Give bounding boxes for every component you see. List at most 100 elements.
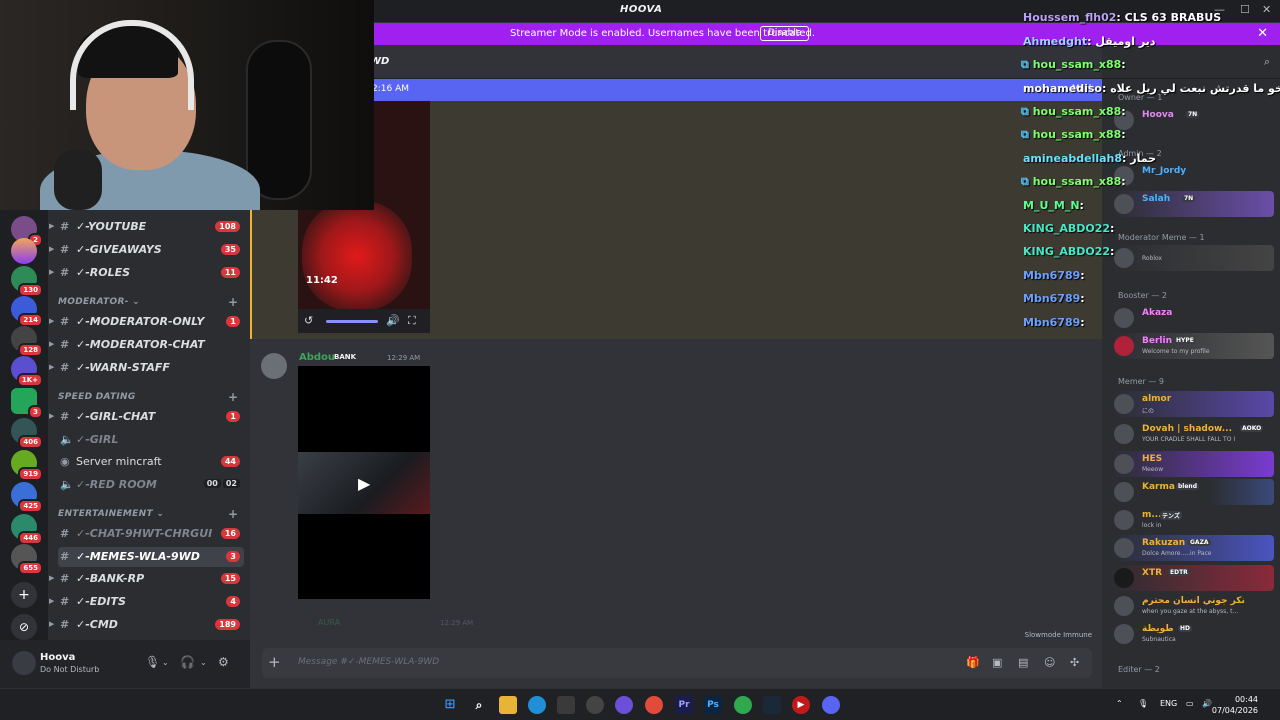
member-item[interactable]: نكر جوني انسان محترم when you gaze at the… xyxy=(1112,593,1274,619)
app-icon[interactable] xyxy=(734,696,752,714)
close-banner-icon[interactable]: ✕ xyxy=(1257,26,1268,41)
store-icon[interactable] xyxy=(557,696,575,714)
member-item[interactable]: Roblox xyxy=(1112,245,1274,271)
server-icon[interactable]: 128 xyxy=(11,326,43,357)
member-item[interactable]: Berlin HYPE Welcome to my profile xyxy=(1112,333,1274,359)
channel-edits[interactable]: ▶ # ✓-EDITS 4 xyxy=(49,592,244,612)
channel-giveaways[interactable]: ▶ # ✓-GIVEAWAYS 35 xyxy=(49,240,244,260)
channel-warn-staff[interactable]: ▶ # ✓-WARN-STAFF xyxy=(49,358,244,378)
system-clock[interactable]: 00:44 07/04/2026 xyxy=(1212,694,1258,716)
chevron-down-icon[interactable]: ⌄ xyxy=(200,658,207,667)
message-author[interactable]: AURA xyxy=(318,618,340,627)
video-frame xyxy=(302,201,412,311)
voice-channel-red-room[interactable]: 🔈 ✓-RED ROOM 00 02 xyxy=(58,475,244,495)
sticker-icon[interactable]: ▤ xyxy=(1018,656,1028,669)
channel-girl-chat[interactable]: ▶ # ✓-GIRL-CHAT 1 xyxy=(49,407,244,427)
new-messages-bar[interactable]: 2:16 AM Mark xyxy=(250,79,1102,101)
avatar[interactable] xyxy=(261,353,287,379)
fullscreen-icon[interactable]: ⛶ xyxy=(408,314,416,328)
server-icon[interactable]: 425 xyxy=(11,482,43,513)
disable-button[interactable]: Disable xyxy=(760,26,810,41)
premiere-icon[interactable]: Pr xyxy=(675,696,693,714)
replay-icon[interactable]: ↺ xyxy=(304,314,313,327)
windows-start-icon[interactable]: ⊞ xyxy=(441,696,459,714)
media-player-icon[interactable]: ▶ xyxy=(792,696,810,714)
channel-chat-9hwt[interactable]: # ✓-CHAT-9HWT-CHRGUI 16 xyxy=(58,524,244,544)
server-icon[interactable] xyxy=(11,238,37,264)
language-indicator[interactable]: ENG xyxy=(1160,699,1177,708)
channel-cmd[interactable]: ▶ # ✓-CMD 189 xyxy=(49,615,244,635)
member-item[interactable]: almor にの xyxy=(1112,391,1274,417)
member-item[interactable]: Mr_Jordy xyxy=(1112,163,1274,189)
category-speed-dating[interactable]: SPEED DATING + xyxy=(58,390,238,404)
play-icon[interactable]: ▶ xyxy=(358,474,370,493)
mic-icon[interactable]: 🎙 xyxy=(1138,699,1148,708)
gift-icon[interactable]: 🎁 xyxy=(966,656,980,669)
message-composer[interactable]: + Message #✓-MEMES-WLA-9WD 🎁 ▣ ▤ ☺ ✣ xyxy=(262,648,1092,678)
member-list: ⌕ Owner — 1 Hoova 7N Admin — 2 Mr_Jordy S… xyxy=(1102,45,1280,688)
overlay-message: KING_ABDO22: xyxy=(1023,245,1115,258)
emoji-icon[interactable]: ☺ xyxy=(1044,656,1055,669)
file-explorer-icon[interactable] xyxy=(499,696,517,714)
member-item[interactable]: m... テンズ lock in xyxy=(1112,507,1274,533)
group-memer: Memer — 9 xyxy=(1118,377,1165,386)
channel-moderator-chat[interactable]: ▶ # ✓-MODERATOR-CHAT xyxy=(49,335,244,355)
discord-icon[interactable] xyxy=(822,696,840,714)
volume-slider[interactable] xyxy=(326,320,378,323)
channel-youtube[interactable]: ▶ # ✓-YOUTUBE 108 xyxy=(49,217,244,237)
channel-bank-rp[interactable]: ▶ # ✓-BANK-RP 15 xyxy=(49,569,244,589)
add-attachment-icon[interactable]: + xyxy=(268,653,281,671)
discover-icon[interactable]: ⊘ xyxy=(11,614,37,640)
server-icon[interactable]: 446 xyxy=(11,514,43,545)
member-item[interactable]: Dovah | shadow... AOKO YOUR CRADLE SHALL F… xyxy=(1112,421,1274,447)
app-icon[interactable] xyxy=(586,696,604,714)
server-icon[interactable]: 919 xyxy=(11,450,43,481)
server-icon[interactable]: 406 xyxy=(11,418,43,449)
steam-icon[interactable] xyxy=(763,696,781,714)
channel-moderator-only[interactable]: ▶ # ✓-MODERATOR-ONLY 1 xyxy=(49,312,244,332)
chrome-icon[interactable] xyxy=(645,696,663,714)
category-moderator[interactable]: MODERATOR- ⌄ + xyxy=(58,295,238,309)
server-icon[interactable]: 3 xyxy=(11,388,43,419)
member-item[interactable]: HES Meeow xyxy=(1112,451,1274,477)
server-icon[interactable]: 1K+ xyxy=(11,356,43,387)
channel-server-mincraft[interactable]: ◉ Server mincraft 44 xyxy=(58,452,244,472)
server-icon[interactable]: 655 xyxy=(11,544,43,575)
member-item[interactable]: Rakuzan GAZA Dolce Amore.....in Pace xyxy=(1112,535,1274,561)
channel-memes-wla-9wd[interactable]: # ✓-MEMES-WLA-9WD 3 xyxy=(58,547,244,567)
network-icon[interactable]: ▭ xyxy=(1186,699,1194,708)
tray-chevron-icon[interactable]: ⌃ xyxy=(1116,699,1123,708)
server-icon[interactable]: 130 xyxy=(11,266,43,297)
search-icon[interactable]: ⌕ xyxy=(1264,55,1270,69)
apps-icon[interactable]: ✣ xyxy=(1070,656,1079,669)
channel-roles[interactable]: ▶ # ✓-ROLES 11 xyxy=(49,263,244,283)
volume-icon[interactable]: 🔊 xyxy=(386,314,400,327)
voice-channel-girl[interactable]: 🔈 ✓-GIRL xyxy=(58,430,244,450)
server-icon[interactable]: 214 xyxy=(11,296,43,327)
close-window-icon[interactable]: ✕ xyxy=(1262,3,1271,16)
photoshop-icon[interactable]: Ps xyxy=(704,696,722,714)
message-input[interactable]: Message #✓-MEMES-WLA-9WD xyxy=(298,657,439,667)
add-server-icon[interactable]: + xyxy=(11,582,37,608)
chevron-down-icon[interactable]: ⌄ xyxy=(162,658,169,667)
headphones-icon[interactable]: 🎧 xyxy=(180,655,195,669)
volume-icon[interactable]: 🔊 xyxy=(1202,699,1212,708)
category-entertainement[interactable]: ENTERTAINEMENT ⌄ + xyxy=(58,507,238,521)
member-item[interactable]: طويطة HD Subnautica xyxy=(1112,621,1274,647)
gear-icon[interactable]: ⚙ xyxy=(218,655,229,669)
member-item[interactable]: Salah 7N xyxy=(1112,191,1274,217)
maximize-icon[interactable]: ☐ xyxy=(1240,3,1250,16)
app-icon[interactable] xyxy=(615,696,633,714)
mic-icon[interactable]: 🎙 xyxy=(145,655,160,669)
member-item[interactable]: Akaza xyxy=(1112,305,1274,331)
member-item[interactable]: Karma blend xyxy=(1112,479,1274,505)
avatar[interactable] xyxy=(12,651,36,675)
video-attachment[interactable]: ▶ xyxy=(298,366,430,599)
member-item[interactable]: Hoova 7N xyxy=(1112,107,1274,133)
member-item[interactable]: XTR EDTR xyxy=(1112,565,1274,591)
edge-icon[interactable] xyxy=(528,696,546,714)
message-author[interactable]: Abdou xyxy=(299,352,335,363)
gif-icon[interactable]: ▣ xyxy=(992,656,1002,669)
role-tag: BANK xyxy=(334,353,357,361)
search-icon[interactable]: ⌕ xyxy=(470,696,488,714)
